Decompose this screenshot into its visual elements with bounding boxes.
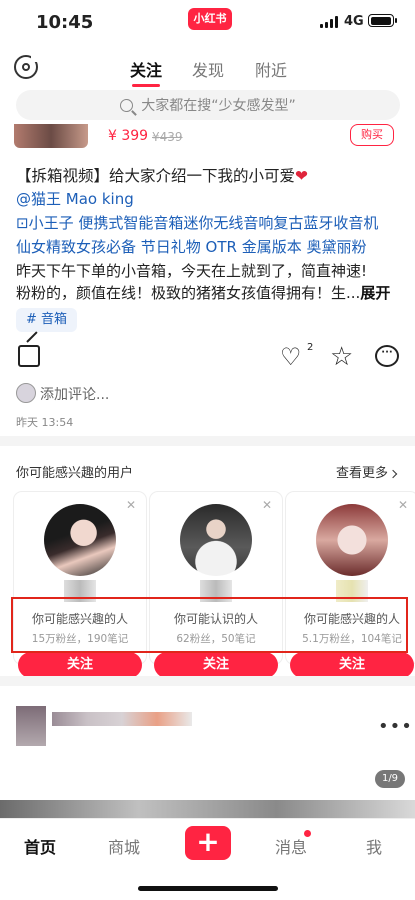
section-divider <box>0 676 415 686</box>
avatar <box>180 504 252 576</box>
post-body-line-2: 粉粉的，颜值在线！极致的猪猪女孩值得拥有！生...展开 <box>16 282 390 303</box>
product-thumbnail[interactable] <box>14 124 88 148</box>
see-more-label: 查看更多 <box>336 466 389 481</box>
close-icon[interactable]: ✕ <box>398 498 408 512</box>
product-price: ¥ 399 <box>108 128 149 144</box>
chevron-right-icon <box>388 469 398 479</box>
product-link-text: 小王子 便携式智能音箱迷你无线音响复古蓝牙收音机 <box>28 214 379 232</box>
expand-button[interactable]: 展开 <box>360 284 390 302</box>
heart-emoji-icon: ❤ <box>295 167 309 185</box>
post-body-text: 粉粉的，颜值在线！极致的猪猪女孩值得拥有！生... <box>16 284 361 302</box>
product-link[interactable]: ⊡小王子 便携式智能音箱迷你无线音响复古蓝牙收音机 <box>16 212 378 233</box>
avatar <box>44 504 116 576</box>
bag-icon: ⊡ <box>16 214 29 232</box>
annotation-highlight-box <box>11 597 408 653</box>
tab-following[interactable]: 关注 <box>130 57 162 81</box>
search-icon <box>120 98 134 112</box>
avatar <box>16 383 36 403</box>
post-image[interactable] <box>0 800 415 818</box>
bottom-tab-me[interactable]: 我 <box>366 834 382 858</box>
search-placeholder: 大家都在搜“少女感发型” <box>141 98 296 114</box>
tab-discover[interactable]: 发现 <box>192 57 224 81</box>
tab-nearby[interactable]: 附近 <box>255 57 287 81</box>
post-timestamp: 昨天 13:54 <box>16 416 74 429</box>
network-label: 4G <box>344 14 364 29</box>
comment-icon[interactable]: ··· <box>375 345 399 367</box>
author-mention[interactable]: @猫王 Mao king <box>16 188 134 209</box>
bottom-tab-home[interactable]: 首页 <box>24 834 56 858</box>
app-logo: 小红书 <box>188 8 232 30</box>
suggested-users-heading: 你可能感兴趣的用户 <box>16 466 134 481</box>
post-body-line-1: 昨天下午下单的小音箱，今天在上就到了，简直神速! <box>16 262 368 280</box>
topic-tag[interactable]: # 音箱 <box>16 308 78 332</box>
avatar <box>316 504 388 576</box>
status-time: 10:45 <box>36 12 94 33</box>
battery-icon <box>368 14 397 27</box>
home-indicator <box>138 886 278 891</box>
product-link-line-2[interactable]: 仙女精致女孩必备 节日礼物 OTR 金属版本 奥黛丽粉 <box>16 236 366 257</box>
like-icon[interactable]: ♡ <box>280 345 302 369</box>
follow-button[interactable]: 关注 <box>290 652 414 678</box>
post-title: 【拆箱视频】给大家介绍一下我的小可爱❤ <box>16 164 308 186</box>
product-original-price: ¥439 <box>152 130 183 144</box>
camera-icon[interactable] <box>14 54 39 79</box>
more-options-icon[interactable]: ••• <box>378 716 413 737</box>
follow-button[interactable]: 关注 <box>154 652 278 678</box>
publish-button[interactable]: + <box>185 826 231 860</box>
signal-icon <box>320 16 340 28</box>
image-page-indicator: 1/9 <box>375 770 405 788</box>
post-title-text: 【拆箱视频】给大家介绍一下我的小可爱 <box>16 167 296 185</box>
share-icon[interactable] <box>18 345 40 367</box>
notification-dot <box>304 830 311 837</box>
author-avatar-blurred <box>16 706 46 746</box>
follow-button[interactable]: 关注 <box>18 652 142 678</box>
close-icon[interactable]: ✕ <box>126 498 136 512</box>
see-more-link[interactable]: 查看更多 <box>336 462 398 481</box>
section-divider <box>0 436 415 446</box>
search-input[interactable]: 大家都在搜“少女感发型” <box>16 90 400 120</box>
bottom-tab-mall[interactable]: 商城 <box>108 834 140 858</box>
collect-icon[interactable]: ☆ <box>330 344 353 370</box>
buy-button[interactable]: 购买 <box>350 124 394 146</box>
author-name-blurred <box>52 712 192 726</box>
topic-tag-label: 音箱 <box>41 312 68 327</box>
like-count: 2 <box>307 342 314 353</box>
bottom-tab-messages[interactable]: 消息 <box>275 834 307 858</box>
comment-input[interactable]: 添加评论... <box>40 384 109 404</box>
tab-active-indicator <box>132 84 160 87</box>
hash-icon: # <box>26 312 37 327</box>
close-icon[interactable]: ✕ <box>262 498 272 512</box>
